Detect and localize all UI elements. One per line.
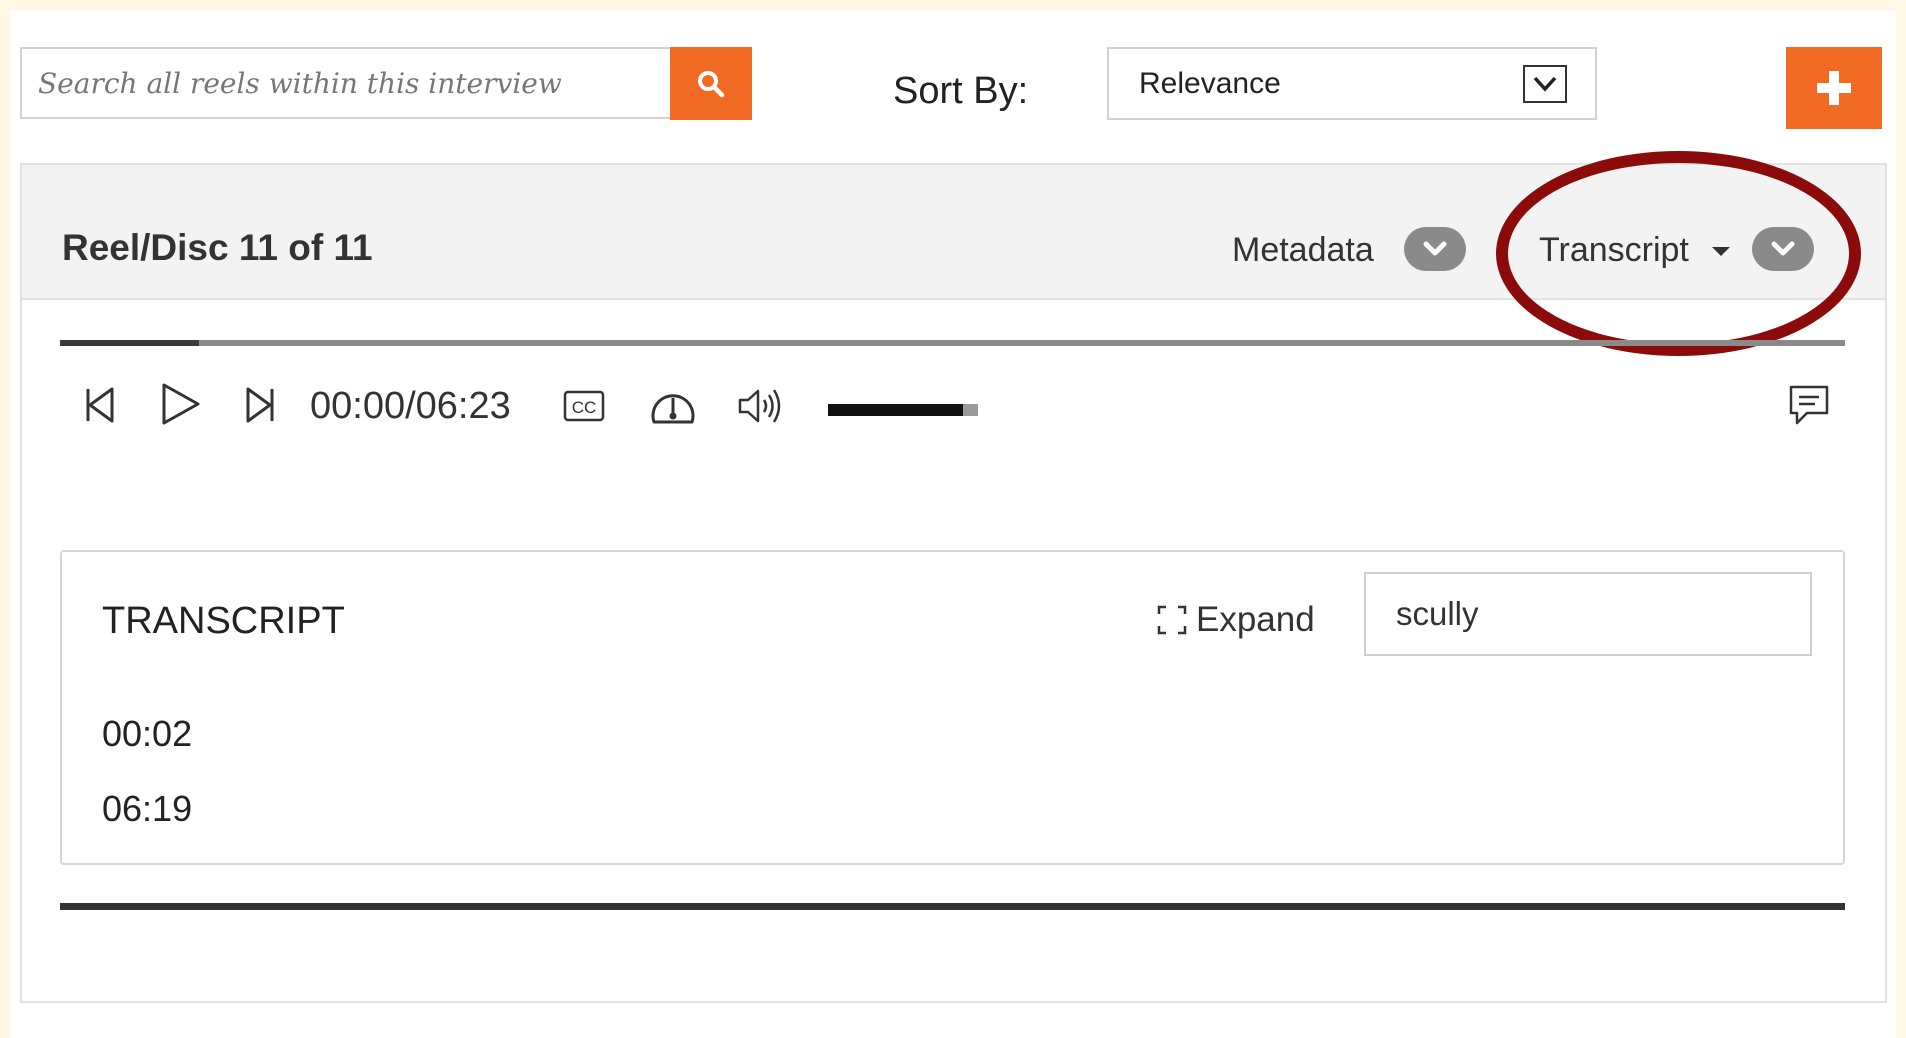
comment-icon[interactable] [1786, 382, 1832, 428]
transcript-expand-button[interactable] [1752, 227, 1814, 271]
playback-time: 00:00/06:23 [310, 385, 511, 427]
page: Search all reels within this interview S… [10, 10, 1896, 1038]
closed-captions-icon[interactable]: CC [562, 388, 606, 424]
timestamp-link[interactable]: 00:02 [102, 712, 192, 787]
caret-down-icon[interactable] [1712, 247, 1730, 256]
chevron-down-icon[interactable] [1523, 65, 1567, 103]
divider [60, 903, 1845, 910]
playback-speed-icon[interactable] [648, 382, 698, 430]
expand-label: Expand [1196, 600, 1315, 639]
transcript-heading: TRANSCRIPT [102, 600, 345, 642]
metadata-toggle-label[interactable]: Metadata [1232, 231, 1374, 270]
expand-button[interactable]: Expand [1156, 600, 1315, 640]
volume-slider-fill [828, 404, 963, 416]
metadata-expand-button[interactable] [1404, 227, 1466, 271]
search-button[interactable] [670, 47, 752, 120]
playback-progress-fill [60, 340, 200, 346]
sort-selected-value: Relevance [1139, 66, 1281, 100]
plus-icon [1817, 71, 1851, 105]
timestamp-link[interactable]: 06:19 [102, 787, 192, 862]
play-icon[interactable] [155, 378, 205, 430]
sort-by-label: Sort By: [893, 70, 1029, 112]
skip-back-icon[interactable] [80, 380, 120, 430]
volume-slider[interactable] [828, 404, 978, 416]
transcript-search-input[interactable]: scully [1364, 572, 1812, 656]
expand-icon [1157, 605, 1187, 635]
skip-forward-icon[interactable] [240, 380, 280, 430]
volume-icon[interactable] [735, 384, 785, 428]
playback-progress-bar[interactable] [60, 340, 1845, 346]
svg-text:CC: CC [572, 398, 597, 417]
timestamp-list: 00:02 06:19 [102, 712, 192, 862]
transcript-dropdown-label[interactable]: Transcript [1539, 231, 1689, 270]
chevron-down-icon [1771, 241, 1795, 256]
transcript-panel: TRANSCRIPT Expand scully 00:02 06:19 [60, 550, 1845, 865]
reel-header: Reel/Disc 11 of 11 Metadata Transcript [22, 165, 1885, 300]
reel-title: Reel/Disc 11 of 11 [62, 227, 373, 268]
sort-select[interactable]: Relevance [1107, 47, 1597, 120]
reel-search-input[interactable]: Search all reels within this interview [20, 47, 675, 119]
search-icon [698, 70, 725, 97]
add-button[interactable] [1786, 47, 1882, 129]
chevron-down-icon [1423, 241, 1447, 256]
